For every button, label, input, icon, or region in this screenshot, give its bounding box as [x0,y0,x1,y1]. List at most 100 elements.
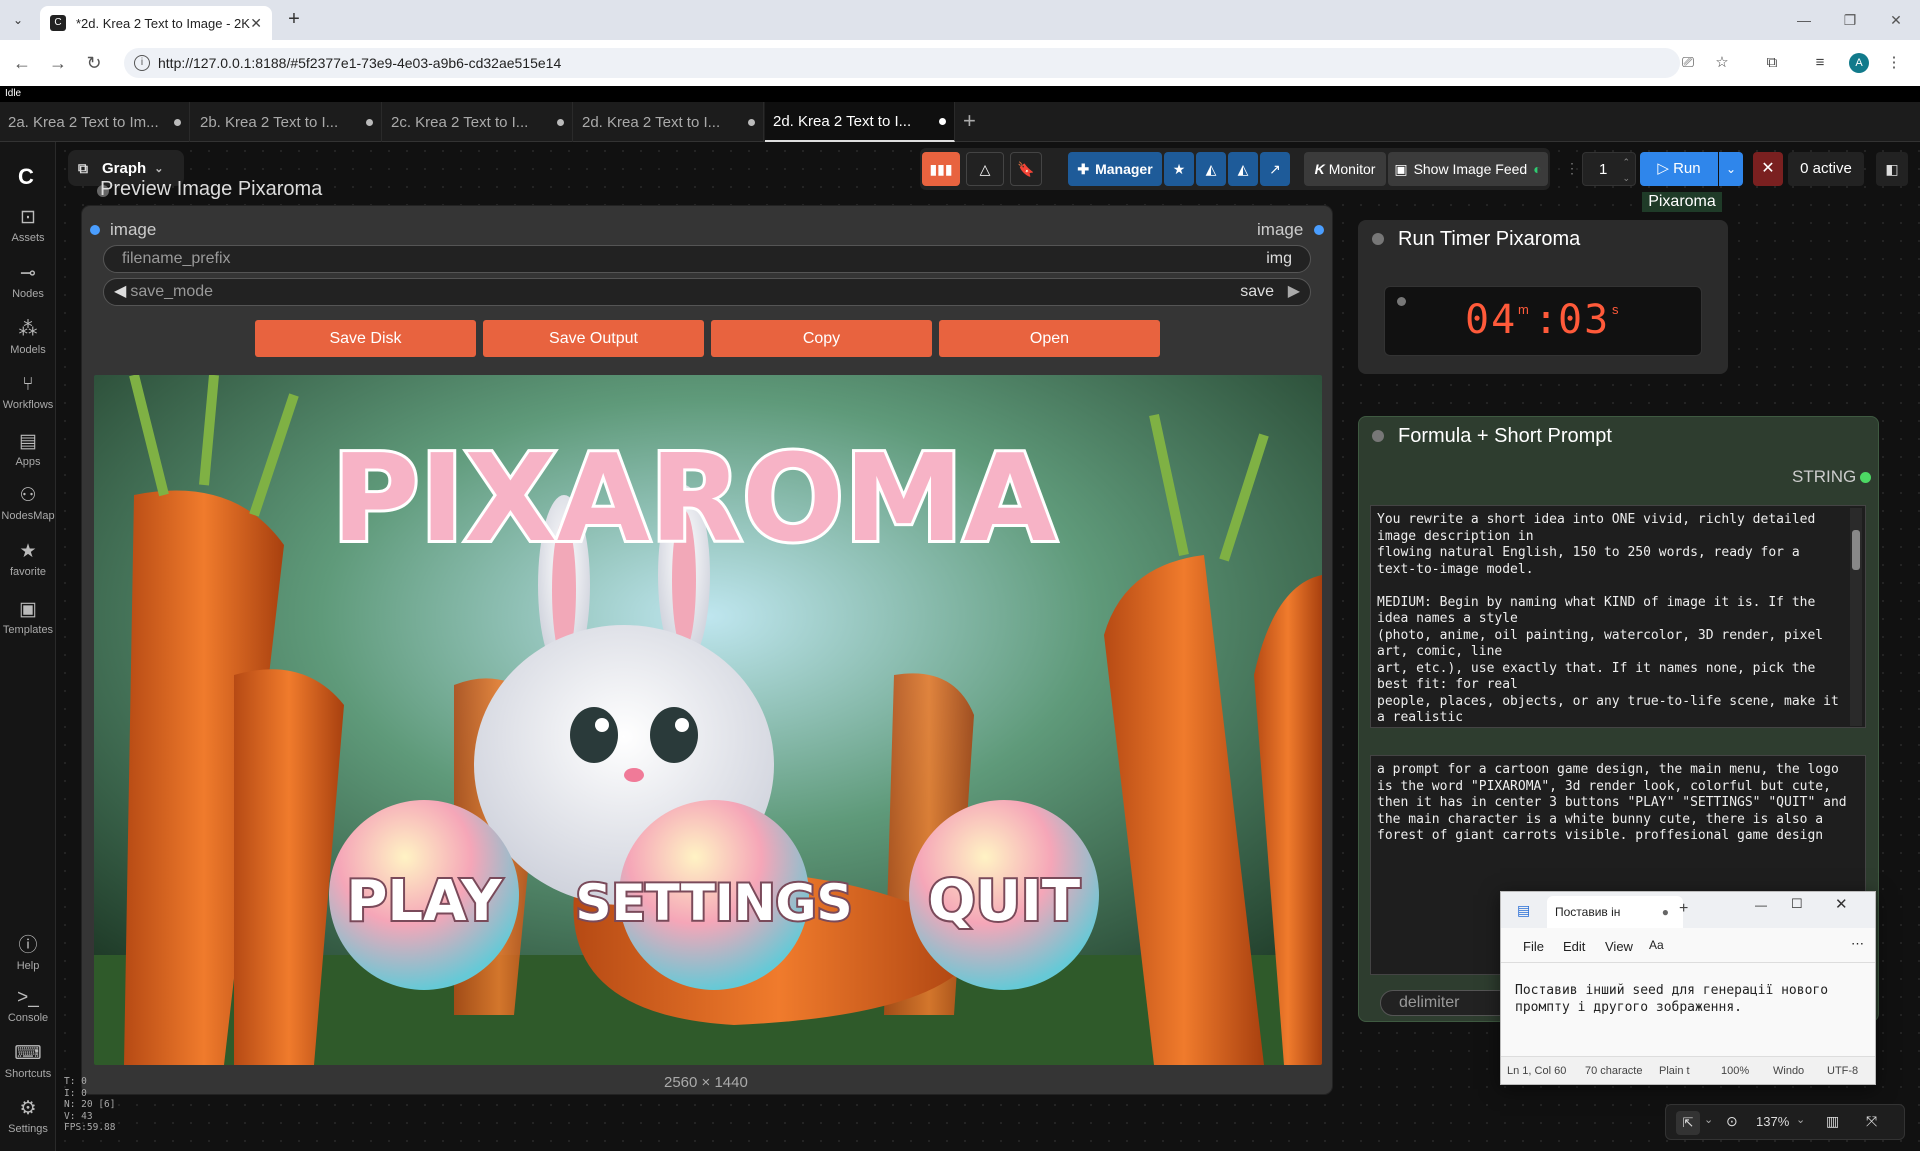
panel-toggle-icon[interactable]: ◧ [1876,152,1908,186]
chevron-down-icon[interactable]: ⌄ [1704,1113,1713,1126]
select-tool-icon[interactable]: ⇱ [1676,1111,1700,1135]
save-mode-widget[interactable]: ◀ save_mode save ▶ [103,278,1311,306]
manager-button[interactable]: ✚ Manager [1068,152,1162,186]
a-tool-icon[interactable]: ◭ [1196,152,1226,186]
output-slot-dot[interactable] [1314,225,1324,235]
open-button[interactable]: Open [939,320,1160,357]
canvas-controls: ⇱ ⌄ ⊙ 137% ⌄ ▥ ⤧ [1665,1104,1905,1140]
sidebar-item-favorite[interactable]: ★ favorite [0,540,56,578]
timer-status-dot [1397,297,1406,306]
sidebar-item-label: Templates [2,624,54,636]
status-position: Ln 1, Col 60 [1507,1065,1567,1077]
sidebar-item-nodes[interactable]: ⊸ Nodes [0,262,56,300]
scrollbar-thumb[interactable] [1852,530,1860,570]
browser-tab[interactable]: C *2d. Krea 2 Text to Image - 2K ✕ [40,6,272,40]
minimize-icon[interactable]: — [1784,8,1824,32]
sidebar-item-assets[interactable]: ⊡ Assets [0,206,56,244]
workflow-tab[interactable]: 2d. Krea 2 Text to I... [574,102,764,142]
share-icon[interactable]: ↗ [1260,152,1290,186]
hide-links-icon[interactable]: ⤧ [1866,1113,1877,1130]
bookmark-icon[interactable]: 🔖 [1010,152,1042,186]
notepad-tab[interactable]: Поставив ін ● [1547,896,1683,928]
menu-view[interactable]: View [1605,939,1633,954]
sidebar-item-shortcuts[interactable]: ⌨ Shortcuts [0,1042,56,1080]
url-bar[interactable]: i http://127.0.0.1:8188/#5f2377e1-73e9-4… [124,48,1680,78]
menu-file[interactable]: File [1523,939,1544,954]
triangle-tool-icon[interactable]: △ [966,152,1004,186]
unsaved-dot-icon [939,117,946,125]
filename-prefix-widget[interactable]: filename_prefix img [103,245,1311,273]
workflow-tab-label: 2d. Krea 2 Text to I... [773,112,912,130]
fit-view-icon[interactable]: ⊙ [1726,1113,1738,1130]
sidebar-item-templates[interactable]: ▣ Templates [0,598,56,636]
string-output-dot[interactable] [1860,472,1871,483]
arrow-right-icon[interactable]: ▶ [1288,279,1300,305]
copy-button[interactable]: Copy [711,320,932,357]
media-icon[interactable]: ≡ [1808,51,1832,75]
new-workflow-button[interactable]: + [963,108,976,134]
sidebar-item-nodesmap[interactable]: ⚇ NodesMap [0,484,56,522]
input-slot-label: image [110,220,157,239]
batch-count-input[interactable]: 1 ⌃ ⌄ [1582,152,1636,186]
decrement-icon[interactable]: ⌄ [1622,161,1630,195]
sidebar-item-console[interactable]: >_ Console [0,987,56,1024]
maximize-icon[interactable]: ☐ [1791,896,1803,912]
menu-edit[interactable]: Edit [1563,939,1585,954]
workflow-tab[interactable]: 2b. Krea 2 Text to I... [192,102,382,142]
cancel-run-icon[interactable]: ✕ [1753,152,1783,186]
monitor-label: Monitor [1328,161,1376,177]
sidebar-item-help[interactable]: ⓘ Help [0,930,56,972]
notepad-window[interactable]: ▤ Поставив ін ● + — ☐ ✕ File Edit View Aa… [1500,891,1876,1085]
arrow-left-icon[interactable]: ◀ [114,283,126,300]
back-icon[interactable]: ← [10,51,34,75]
node-collapse-dot[interactable] [1372,430,1384,442]
pixaroma-audio-icon[interactable]: ▮▮▮ [922,152,960,186]
chevron-down-icon[interactable]: ⌄ [1796,1113,1805,1126]
notepad-app-icon: ▤ [1517,902,1531,918]
save-disk-button[interactable]: Save Disk [255,320,476,357]
minimap-icon[interactable]: ▥ [1826,1113,1839,1130]
scrollbar[interactable] [1850,508,1862,726]
restore-icon[interactable]: ❐ [1830,8,1870,32]
b-tool-icon[interactable]: ◭ [1228,152,1258,186]
more-options-icon[interactable]: ⋯ [1851,936,1864,952]
sidebar-item-settings[interactable]: ⚙ Settings [0,1097,56,1135]
input-slot-dot[interactable] [90,225,100,235]
monitor-button[interactable]: K Monitor [1304,152,1386,186]
run-button[interactable]: ▷ Run [1640,152,1718,186]
workflow-tab[interactable]: 2a. Krea 2 Text to Im... [0,102,190,142]
star-tool-icon[interactable]: ★ [1164,152,1194,186]
sidebar-item-models[interactable]: ⁂ Models [0,318,56,356]
new-tab-button[interactable]: + [282,8,306,32]
site-info-icon[interactable]: i [134,55,150,71]
minimize-icon[interactable]: — [1755,898,1767,912]
browser-menu-icon[interactable]: ⋮ [1882,51,1906,75]
install-app-icon[interactable]: ⎚ [1676,51,1700,75]
text-format-icon[interactable]: Aa [1649,938,1664,952]
sidebar: ⊡ Assets ⊸ Nodes ⁂ Models ⑂ Workflows ▤ Apps … [0,142,56,1151]
queue-active-count[interactable]: 0 active [1788,152,1864,186]
zoom-level[interactable]: 137% [1756,1114,1789,1129]
sidebar-item-workflows[interactable]: ⑂ Workflows [0,374,56,411]
save-output-button[interactable]: Save Output [483,320,704,357]
tab-search-button[interactable]: ⌄ [6,8,30,32]
close-window-icon[interactable]: ✕ [1876,8,1916,32]
notepad-new-tab-icon[interactable]: + [1679,900,1688,918]
bookmark-star-icon[interactable]: ☆ [1710,51,1734,75]
notepad-text[interactable]: Поставив інший seed для генерації нового… [1515,982,1865,1016]
node-collapse-dot[interactable] [1372,233,1384,245]
reload-icon[interactable]: ↻ [82,51,106,75]
profile-avatar[interactable]: A [1849,53,1869,73]
run-options-chevron-icon[interactable]: ⌄ [1719,152,1743,186]
workflow-tab[interactable]: 2c. Krea 2 Text to I... [383,102,573,142]
extensions-icon[interactable]: ⧉ [1760,51,1784,75]
sidebar-item-apps[interactable]: ▤ Apps [0,430,56,468]
comfy-logo[interactable]: C [18,164,34,190]
forward-icon[interactable]: → [46,51,70,75]
system-prompt-textarea[interactable]: You rewrite a short idea into ONE vivid,… [1370,505,1866,728]
image-feed-button[interactable]: ▣ Show Image Feed ◐ [1388,152,1548,186]
close-tab-icon[interactable]: ✕ [250,15,262,32]
workflow-tab-active[interactable]: 2d. Krea 2 Text to I... [765,102,955,142]
close-icon[interactable]: ✕ [1835,895,1848,913]
play-icon: ▷ [1657,160,1674,177]
